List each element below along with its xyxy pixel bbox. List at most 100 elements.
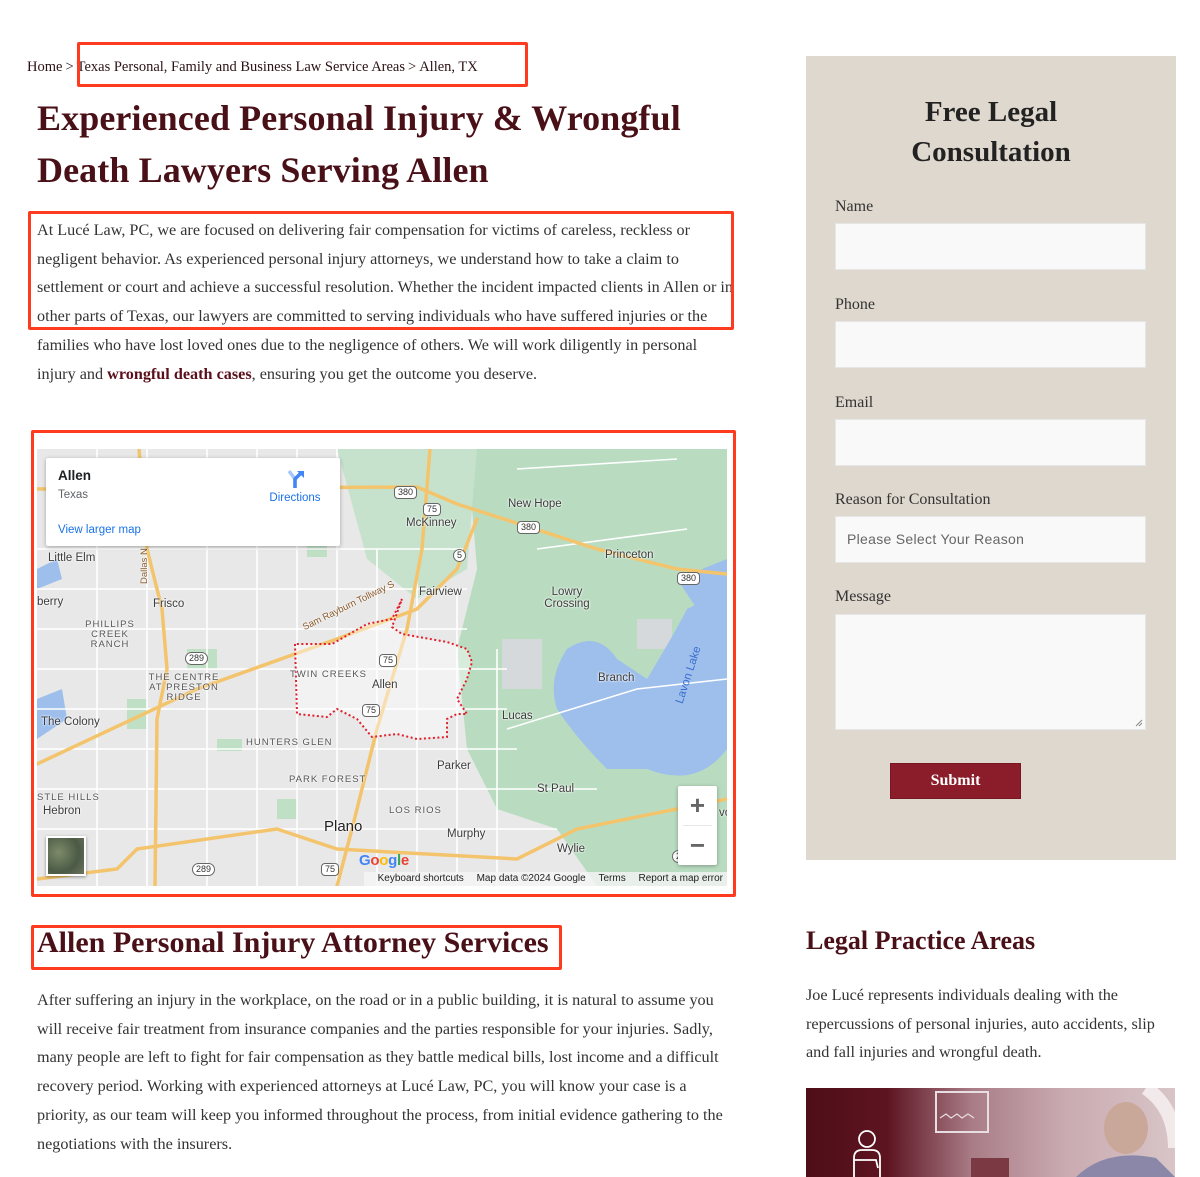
reason-label: Reason for Consultation <box>835 491 991 508</box>
directions-button[interactable]: Directions <box>260 468 330 504</box>
email-label: Email <box>835 394 874 411</box>
satellite-toggle-button[interactable] <box>46 836 86 876</box>
terms-link[interactable]: Terms <box>599 873 626 884</box>
map-label-parker: Parker <box>437 760 471 772</box>
personal-injury-practice-image[interactable] <box>806 1088 1175 1177</box>
message-label: Message <box>835 588 891 605</box>
map-attribution-bar: Keyboard shortcuts Map data ©2024 Google… <box>363 872 727 886</box>
keyboard-shortcuts-link[interactable]: Keyboard shortcuts <box>378 873 464 884</box>
intro-text-end: , ensuring you get the outcome you deser… <box>251 364 538 383</box>
view-larger-map-link[interactable]: View larger map <box>58 524 141 536</box>
page-title: Experienced Personal Injury & Wrongful D… <box>37 98 681 190</box>
map-label-hunters-glen: HUNTERS GLEN <box>246 737 333 748</box>
map-label-frisco: Frisco <box>153 598 185 610</box>
map-place-name: Allen <box>58 468 92 483</box>
hospital-equipment-shape <box>971 1158 1009 1177</box>
breadcrumb-home-link[interactable]: Home <box>27 59 62 75</box>
google-logo-letter: g <box>388 852 397 869</box>
breadcrumb-separator: > <box>408 59 417 75</box>
form-title-text: Free Legal Consultation <box>911 96 1071 168</box>
breadcrumb-separator: > <box>65 59 74 75</box>
map-label-st-paul: St Paul <box>537 783 575 795</box>
map-label-lucas: Lucas <box>502 710 533 722</box>
phone-input[interactable] <box>835 321 1146 368</box>
map-label-edge: vo <box>719 807 727 819</box>
intro-text: At Lucé Law, PC, we are focused on deliv… <box>37 221 733 383</box>
directions-label: Directions <box>269 492 321 504</box>
email-input[interactable] <box>835 419 1146 466</box>
map-label-centre-preston-ridge: THE CENTRE AT PRESTON RIDGE <box>148 672 220 703</box>
map-zoom-controls: + − <box>678 786 717 865</box>
zoom-in-button[interactable]: + <box>678 786 717 825</box>
map-town-area <box>637 619 672 649</box>
map-label-twin-creeks: TWIN CREEKS <box>290 669 367 680</box>
google-logo-letter: e <box>400 852 409 869</box>
practice-image-art <box>853 1088 1175 1177</box>
wrongful-death-link[interactable]: wrongful death cases <box>107 365 252 383</box>
phone-label: Phone <box>835 296 875 313</box>
patient-head-shape <box>1104 1102 1148 1154</box>
map-label-fairview: Fairview <box>419 586 462 598</box>
message-textarea[interactable] <box>835 614 1146 730</box>
report-map-error-link[interactable]: Report a map error <box>639 873 723 884</box>
map-label-plano: Plano <box>324 818 363 835</box>
directions-icon <box>287 469 304 488</box>
map-label-phillips-creek-ranch: PHILLIPS CREEK RANCH <box>85 619 135 650</box>
google-map-embed[interactable]: McKinney New Hope Princeton Little Elm F… <box>37 449 727 886</box>
map-label-princeton: Princeton <box>605 549 654 561</box>
us-75-shield: 75 <box>423 503 442 516</box>
map-data-text: Map data ©2024 Google <box>476 873 586 884</box>
map-label-new-hope: New Hope <box>508 498 562 510</box>
injured-person-icon <box>853 1130 881 1177</box>
map-label-little-elm: Little Elm <box>48 552 96 564</box>
pillow-shape <box>1141 1088 1175 1149</box>
map-town-area <box>502 639 542 689</box>
map-label-murphy: Murphy <box>447 828 486 840</box>
practice-areas-paragraph: Joe Lucé represents individuals dealing … <box>806 986 1155 1062</box>
us-75-shield: 75 <box>379 654 398 667</box>
google-logo-letter: o <box>379 852 389 869</box>
intro-paragraph: At Lucé Law, PC, we are focused on deliv… <box>37 216 737 388</box>
name-label: Name <box>835 198 874 215</box>
us-380-shield: 380 <box>517 521 541 534</box>
practice-areas-heading: Legal Practice Areas <box>806 926 1036 955</box>
map-label-hebron: Hebron <box>43 805 81 817</box>
google-logo: Google <box>359 852 409 869</box>
map-label-lowry-crossing: Lowry Crossing <box>544 586 590 610</box>
name-input[interactable] <box>835 223 1146 270</box>
services-paragraph: After suffering an injury in the workpla… <box>37 991 723 1153</box>
zoom-out-button[interactable]: − <box>678 826 717 865</box>
us-75-shield: 75 <box>362 704 381 717</box>
sh-289-shield: 289 <box>185 652 209 665</box>
map-label-dallas-north-tollway: Dallas N <box>139 548 150 584</box>
reason-select[interactable]: Please Select Your Reason <box>835 516 1146 563</box>
map-place-region: Texas <box>58 489 89 501</box>
heart-monitor-shape <box>935 1091 989 1133</box>
google-logo-letter: G <box>359 852 371 869</box>
google-logo-letter: o <box>370 852 380 869</box>
services-heading: Allen Personal Injury Attorney Services <box>37 926 549 959</box>
sh-289-shield: 289 <box>192 863 216 876</box>
us-380-shield: 380 <box>677 572 701 585</box>
patient-gown-shape <box>1076 1155 1175 1177</box>
submit-button[interactable]: Submit <box>890 763 1021 799</box>
map-label-castle-hills: STLE HILLS <box>37 792 100 803</box>
map-label-allen: Allen <box>372 679 398 691</box>
us-380-shield: 380 <box>394 486 418 499</box>
form-title: Free Legal Consultation <box>806 92 1176 172</box>
map-place-card: Allen Texas View larger map Directions <box>46 458 340 546</box>
breadcrumb-service-areas-link[interactable]: Texas Personal, Family and Business Law … <box>77 59 405 75</box>
map-label-branch: Branch <box>598 672 635 684</box>
map-label-mckinney: McKinney <box>406 517 457 529</box>
map-label-wylie: Wylie <box>557 843 586 855</box>
map-label-los-rios: LOS RIOS <box>389 805 442 816</box>
map-label-berry: berry <box>37 596 64 608</box>
resize-handle-icon[interactable] <box>1135 719 1143 727</box>
consultation-form: Free Legal Consultation Name Phone Email… <box>806 56 1176 860</box>
us-75-shield: 75 <box>321 863 340 876</box>
map-label-the-colony: The Colony <box>41 716 100 728</box>
sh-5-shield: 5 <box>453 549 467 562</box>
breadcrumb-current: Allen, TX <box>419 59 478 75</box>
map-label-park-forest: PARK FOREST <box>289 774 367 785</box>
breadcrumb: Home > Texas Personal, Family and Business… <box>27 59 478 76</box>
